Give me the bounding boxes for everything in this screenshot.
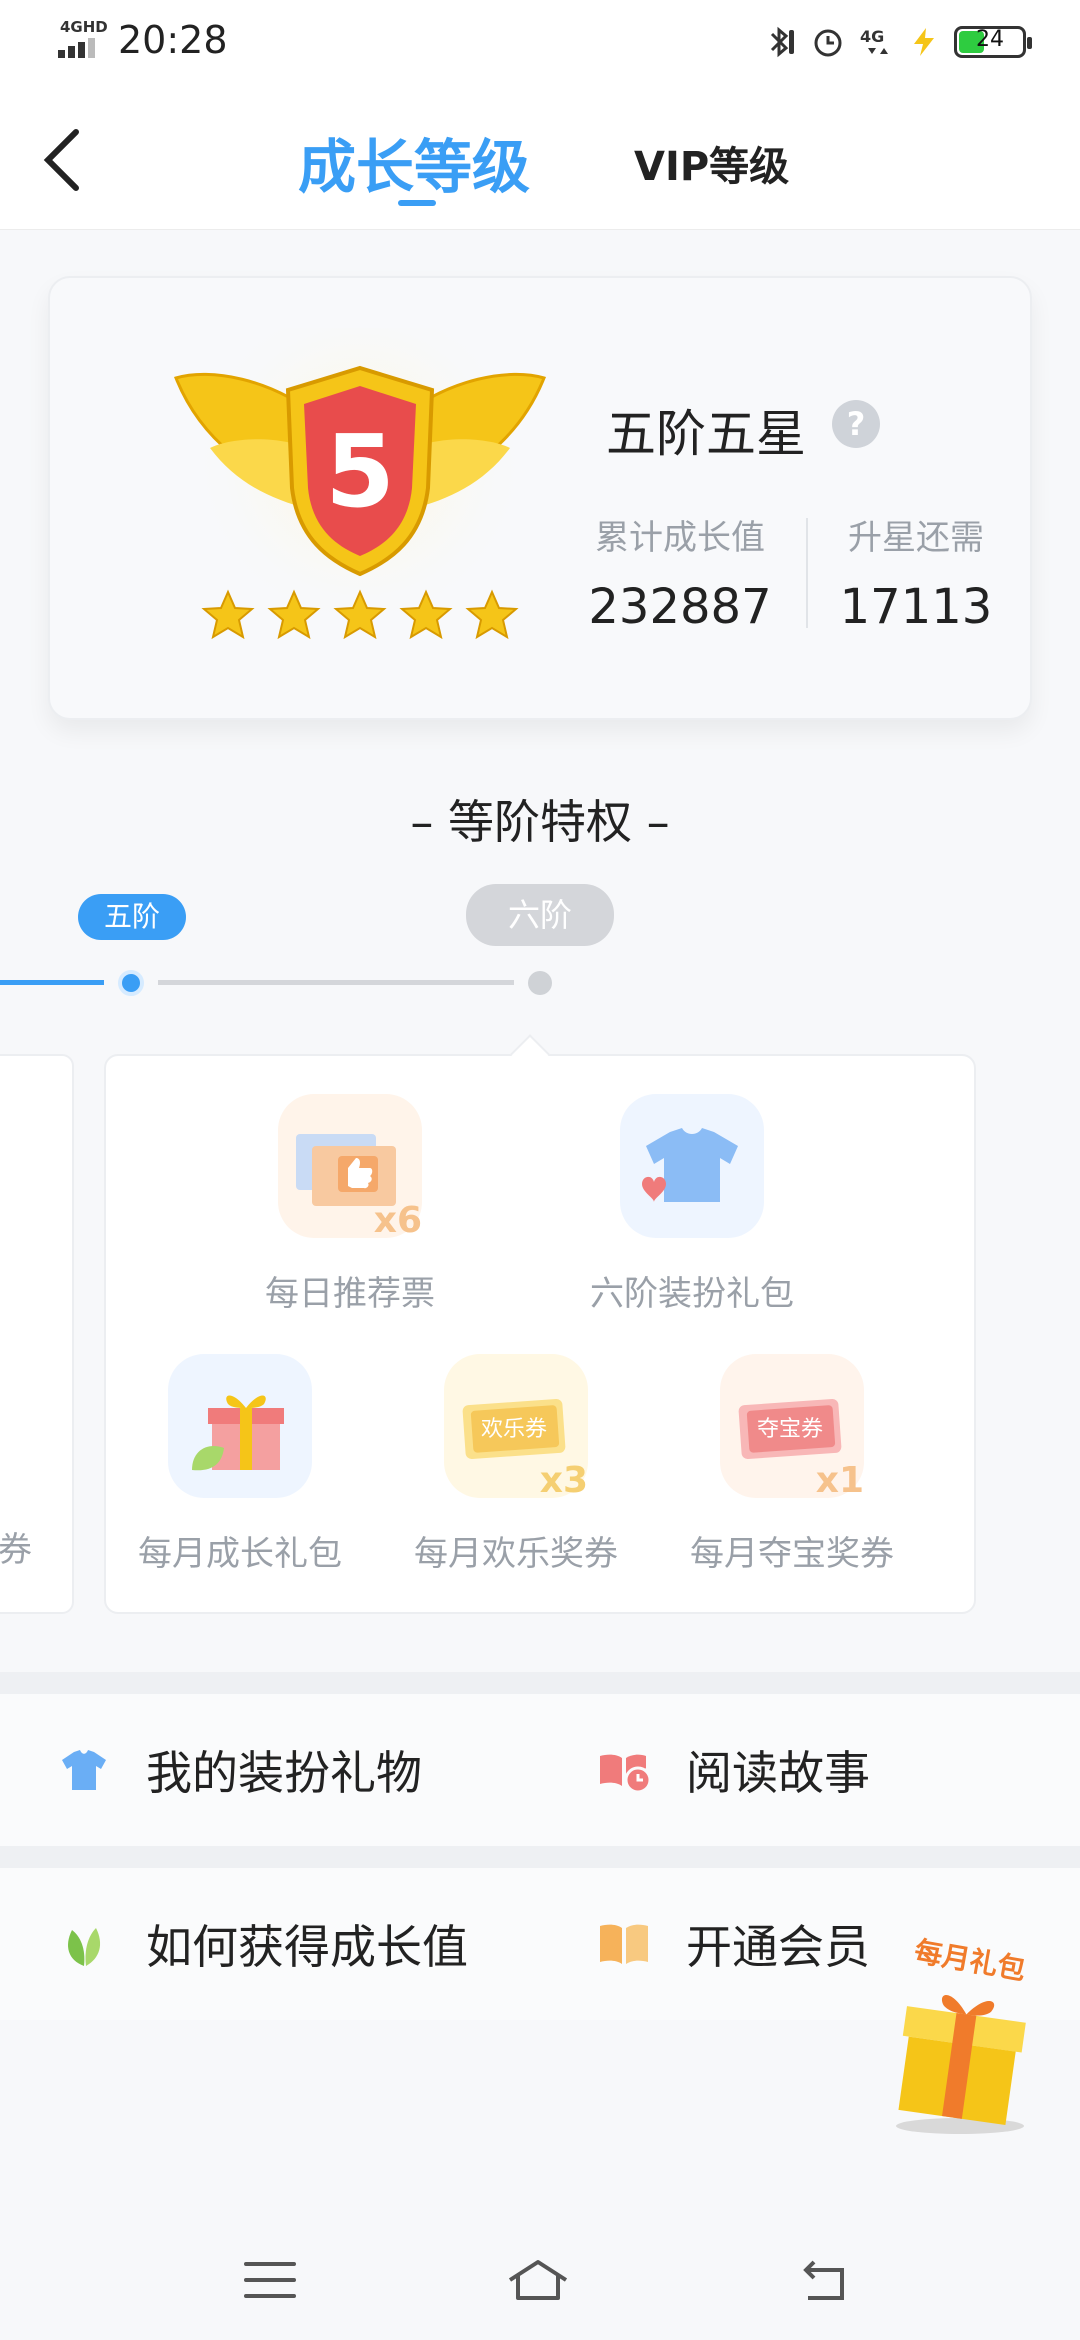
tab-vip-level[interactable]: VIP等级 xyxy=(634,134,789,192)
menu-open-membership[interactable]: 开通会员 xyxy=(596,1868,870,2020)
previous-tier-card[interactable]: 券 xyxy=(0,1054,74,1614)
privilege-label: 每月夺宝奖券 xyxy=(690,1534,894,1574)
gift-box-icon xyxy=(168,1354,312,1498)
menu-label: 我的装扮礼物 xyxy=(146,1746,422,1800)
tier-dot-next[interactable] xyxy=(528,971,552,995)
recommend-ticket-icon: x6 xyxy=(278,1094,422,1238)
privilege-monthly-growth-gift[interactable]: 每月成长礼包 xyxy=(110,1354,370,1575)
multiplier-label: x6 xyxy=(374,1200,422,1238)
privileges-card-pointer xyxy=(510,1034,550,1074)
happy-coupon-icon: 欢乐券 x3 xyxy=(444,1354,588,1498)
tab-growth-label: 成长等级 xyxy=(298,133,531,201)
tab-growth-level[interactable]: 成长等级 xyxy=(298,120,531,206)
back-icon[interactable] xyxy=(794,2250,854,2310)
privilege-label: 每月欢乐奖券 xyxy=(414,1534,618,1574)
home-icon[interactable] xyxy=(508,2250,568,2310)
chevron-left-icon[interactable] xyxy=(36,120,96,200)
tier-dot-current[interactable] xyxy=(118,970,144,996)
help-icon[interactable]: ? xyxy=(832,400,880,448)
previous-tier-card-text: 券 xyxy=(0,1530,32,1570)
treasure-coupon-icon: 夺宝券 x1 xyxy=(720,1354,864,1498)
privilege-monthly-happy-coupon[interactable]: 欢乐券 x3 每月欢乐奖券 xyxy=(386,1354,646,1575)
section-separator xyxy=(0,1846,1080,1868)
menu-label: 开通会员 xyxy=(686,1920,870,1974)
open-book-icon xyxy=(600,1924,648,1964)
privilege-monthly-treasure-coupon[interactable]: 夺宝券 x1 每月夺宝奖券 xyxy=(662,1354,922,1575)
level-card: 5 五阶五星 ? 累计成长值 232887 升星还需 17113 xyxy=(48,276,1032,720)
tshirt-icon xyxy=(620,1094,764,1238)
alarm-icon xyxy=(814,29,842,57)
tier-track-inactive xyxy=(158,980,514,985)
stat-star-needed-value: 17113 xyxy=(839,579,993,635)
stat-star-needed-label: 升星还需 xyxy=(848,518,984,558)
tab-active-indicator xyxy=(398,200,436,206)
network-type: 4GHD xyxy=(60,18,108,36)
charging-icon xyxy=(914,28,934,56)
monthly-gift-float-button[interactable]: 每月礼包 xyxy=(870,1930,1050,2140)
tshirt-icon xyxy=(62,1750,106,1790)
menu-my-outfit-gifts[interactable]: 我的装扮礼物 xyxy=(56,1694,422,1846)
status-icons: 4G 24 xyxy=(762,20,1032,64)
svg-text:x6: x6 xyxy=(374,1200,422,1238)
tier-pill-current[interactable]: 五阶 xyxy=(78,894,186,940)
stat-total-growth: 累计成长值 232887 xyxy=(540,510,820,635)
tier-track-active xyxy=(0,980,104,985)
privilege-label: 每月成长礼包 xyxy=(138,1534,342,1574)
nav-bar: 成长等级 VIP等级 xyxy=(0,84,1080,230)
tier-pill-next[interactable]: 六阶 xyxy=(466,884,614,946)
svg-text:夺宝券: 夺宝券 xyxy=(757,1417,823,1442)
privilege-tier-outfit[interactable]: 六阶装扮礼包 xyxy=(562,1094,822,1315)
status-bar: 4GHD 20:28 4G 24 xyxy=(0,0,1080,84)
menu-read-story[interactable]: 阅读故事 xyxy=(596,1694,870,1846)
bluetooth-icon xyxy=(770,26,794,58)
menu-how-to-get-growth[interactable]: 如何获得成长值 xyxy=(56,1868,468,2020)
svg-text:4G: 4G xyxy=(860,27,884,46)
privilege-label: 每日推荐票 xyxy=(265,1274,435,1314)
system-nav-bar xyxy=(0,2210,1080,2340)
privilege-daily-recommend[interactable]: x6 每日推荐票 xyxy=(220,1094,480,1315)
svg-text:每月礼包: 每月礼包 xyxy=(912,1935,1028,1987)
menu-icon[interactable] xyxy=(240,2250,300,2310)
svg-text:欢乐券: 欢乐券 xyxy=(481,1417,547,1442)
status-time: 20:28 xyxy=(118,18,228,62)
svg-text:5: 5 xyxy=(325,413,395,530)
svg-text:x1: x1 xyxy=(816,1460,864,1498)
section-separator xyxy=(0,1672,1080,1694)
stat-total-growth-label: 累计成长值 xyxy=(595,518,765,558)
4g-icon: 4G xyxy=(860,27,888,54)
stat-star-needed: 升星还需 17113 xyxy=(786,510,1046,635)
menu-label: 如何获得成长值 xyxy=(146,1920,468,1974)
level-name: 五阶五星 xyxy=(606,405,806,463)
battery-level: 24 xyxy=(976,27,1004,52)
level-badge-icon: 5 xyxy=(173,328,547,648)
battery-icon: 24 xyxy=(954,26,1032,58)
privileges-card: x6 每日推荐票 六阶装扮礼包 每月成长礼包 欢乐券 x3 每月欢乐奖券 夺宝券… xyxy=(104,1034,976,1614)
menu-row-1: 我的装扮礼物 阅读故事 xyxy=(0,1694,1080,1846)
book-clock-icon xyxy=(600,1754,652,1794)
signal-icon: 4GHD xyxy=(58,18,108,58)
leaf-icon xyxy=(68,1928,101,1966)
svg-text:x3: x3 xyxy=(540,1460,588,1498)
privileges-title: – 等阶特权 – xyxy=(410,795,670,849)
privilege-label: 六阶装扮礼包 xyxy=(590,1274,794,1314)
stat-total-growth-value: 232887 xyxy=(588,579,772,635)
menu-label: 阅读故事 xyxy=(686,1746,870,1800)
